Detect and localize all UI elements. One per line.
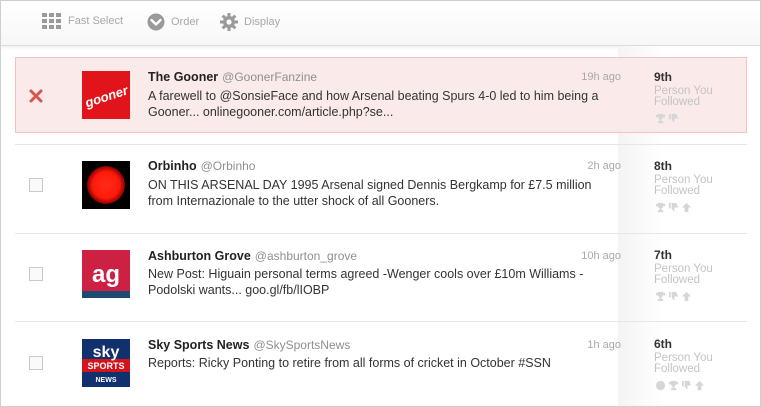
gear-icon [220, 13, 238, 31]
tweet-time[interactable]: 19h ago [581, 71, 621, 83]
ag-logo-text: ag [92, 261, 120, 288]
remove-x-icon[interactable] [28, 88, 44, 104]
gooner-logo-text: gooner [82, 82, 130, 110]
row-divider [15, 321, 747, 322]
rank-actions [655, 380, 705, 391]
arrow-up-icon[interactable] [681, 202, 692, 213]
circle-icon[interactable] [655, 380, 666, 391]
author-name[interactable]: The Gooner [148, 70, 218, 84]
rank-actions [655, 202, 692, 213]
row-divider [15, 144, 747, 145]
red-orb-image [87, 166, 125, 204]
trophy-icon[interactable] [668, 380, 679, 391]
rank-label: Person You Followed [654, 263, 713, 286]
arrow-up-icon[interactable] [681, 291, 692, 302]
fast-select-label: Fast Select [68, 15, 124, 27]
news-logo-text: NEWS [96, 377, 117, 384]
thumbs-down-icon[interactable] [668, 113, 679, 124]
author-handle[interactable]: @Orbinho [201, 159, 256, 173]
row-checkbox[interactable] [29, 356, 43, 370]
tweet-author[interactable]: Orbinho @Orbinho [148, 159, 255, 173]
tweet-text: Reports: Ricky Ponting to retire from al… [148, 356, 551, 370]
app-window: Fast Select Order Display gooner The Goo… [0, 0, 761, 407]
rank-label: Person You Followed [654, 85, 713, 108]
author-name[interactable]: Sky Sports News [148, 338, 249, 352]
sports-logo-text: SPORTS [87, 361, 124, 371]
arrow-up-icon[interactable] [694, 380, 705, 391]
tweet-author[interactable]: Sky Sports News @SkySportsNews [148, 338, 350, 352]
author-handle[interactable]: @GoonerFanzine [222, 70, 317, 84]
rank-value: 7th [654, 248, 672, 262]
tweet-author[interactable]: Ashburton Grove @ashburton_grove [148, 249, 357, 263]
tweet-time[interactable]: 1h ago [587, 339, 621, 351]
trophy-icon[interactable] [655, 113, 666, 124]
avatar-the-gooner: gooner [82, 71, 130, 119]
avatar-ashburton-grove: ag [82, 250, 130, 298]
tweet-text: A farewell to @SonsieFace and how Arsena… [148, 89, 599, 119]
chevron-down-circle-icon [147, 13, 165, 31]
thumbs-down-icon[interactable] [668, 291, 679, 302]
tweet-time[interactable]: 10h ago [581, 250, 621, 262]
order-button[interactable]: Order [147, 13, 199, 31]
author-name[interactable]: Orbinho [148, 159, 197, 173]
tweet-author[interactable]: The Gooner @GoonerFanzine [148, 70, 317, 84]
row-divider [15, 233, 747, 234]
tweet-time[interactable]: 2h ago [587, 160, 621, 172]
fast-select-button[interactable]: Fast Select [42, 13, 123, 29]
thumbs-down-icon[interactable] [681, 380, 692, 391]
rank-value: 8th [654, 159, 672, 173]
sky-logo-text: sky [93, 344, 120, 361]
author-handle[interactable]: @ashburton_grove [255, 249, 357, 263]
rank-value: 9th [654, 70, 672, 84]
trophy-icon[interactable] [655, 291, 666, 302]
rank-actions [655, 113, 679, 124]
display-button[interactable]: Display [220, 13, 280, 31]
avatar-orbinho [82, 161, 130, 209]
tweet-text: New Post: Higuain personal terms agreed … [148, 267, 584, 297]
rank-value: 6th [654, 337, 672, 351]
thumbs-down-icon[interactable] [668, 202, 679, 213]
order-label: Order [171, 16, 200, 28]
author-handle[interactable]: @SkySportsNews [253, 338, 350, 352]
trophy-icon[interactable] [655, 202, 666, 213]
author-name[interactable]: Ashburton Grove [148, 249, 251, 263]
row-checkbox[interactable] [29, 178, 43, 192]
tweet-text: ON THIS ARSENAL DAY 1995 Arsenal signed … [148, 178, 592, 208]
display-label: Display [244, 16, 281, 28]
rank-label: Person You Followed [654, 174, 713, 197]
toolbar: Fast Select Order Display [1, 1, 760, 46]
avatar-sky-sports-news: sky SPORTS NEWS [82, 339, 130, 387]
grid-icon [42, 13, 61, 29]
row-checkbox[interactable] [29, 267, 43, 281]
rank-label: Person You Followed [654, 352, 713, 375]
rank-actions [655, 291, 692, 302]
